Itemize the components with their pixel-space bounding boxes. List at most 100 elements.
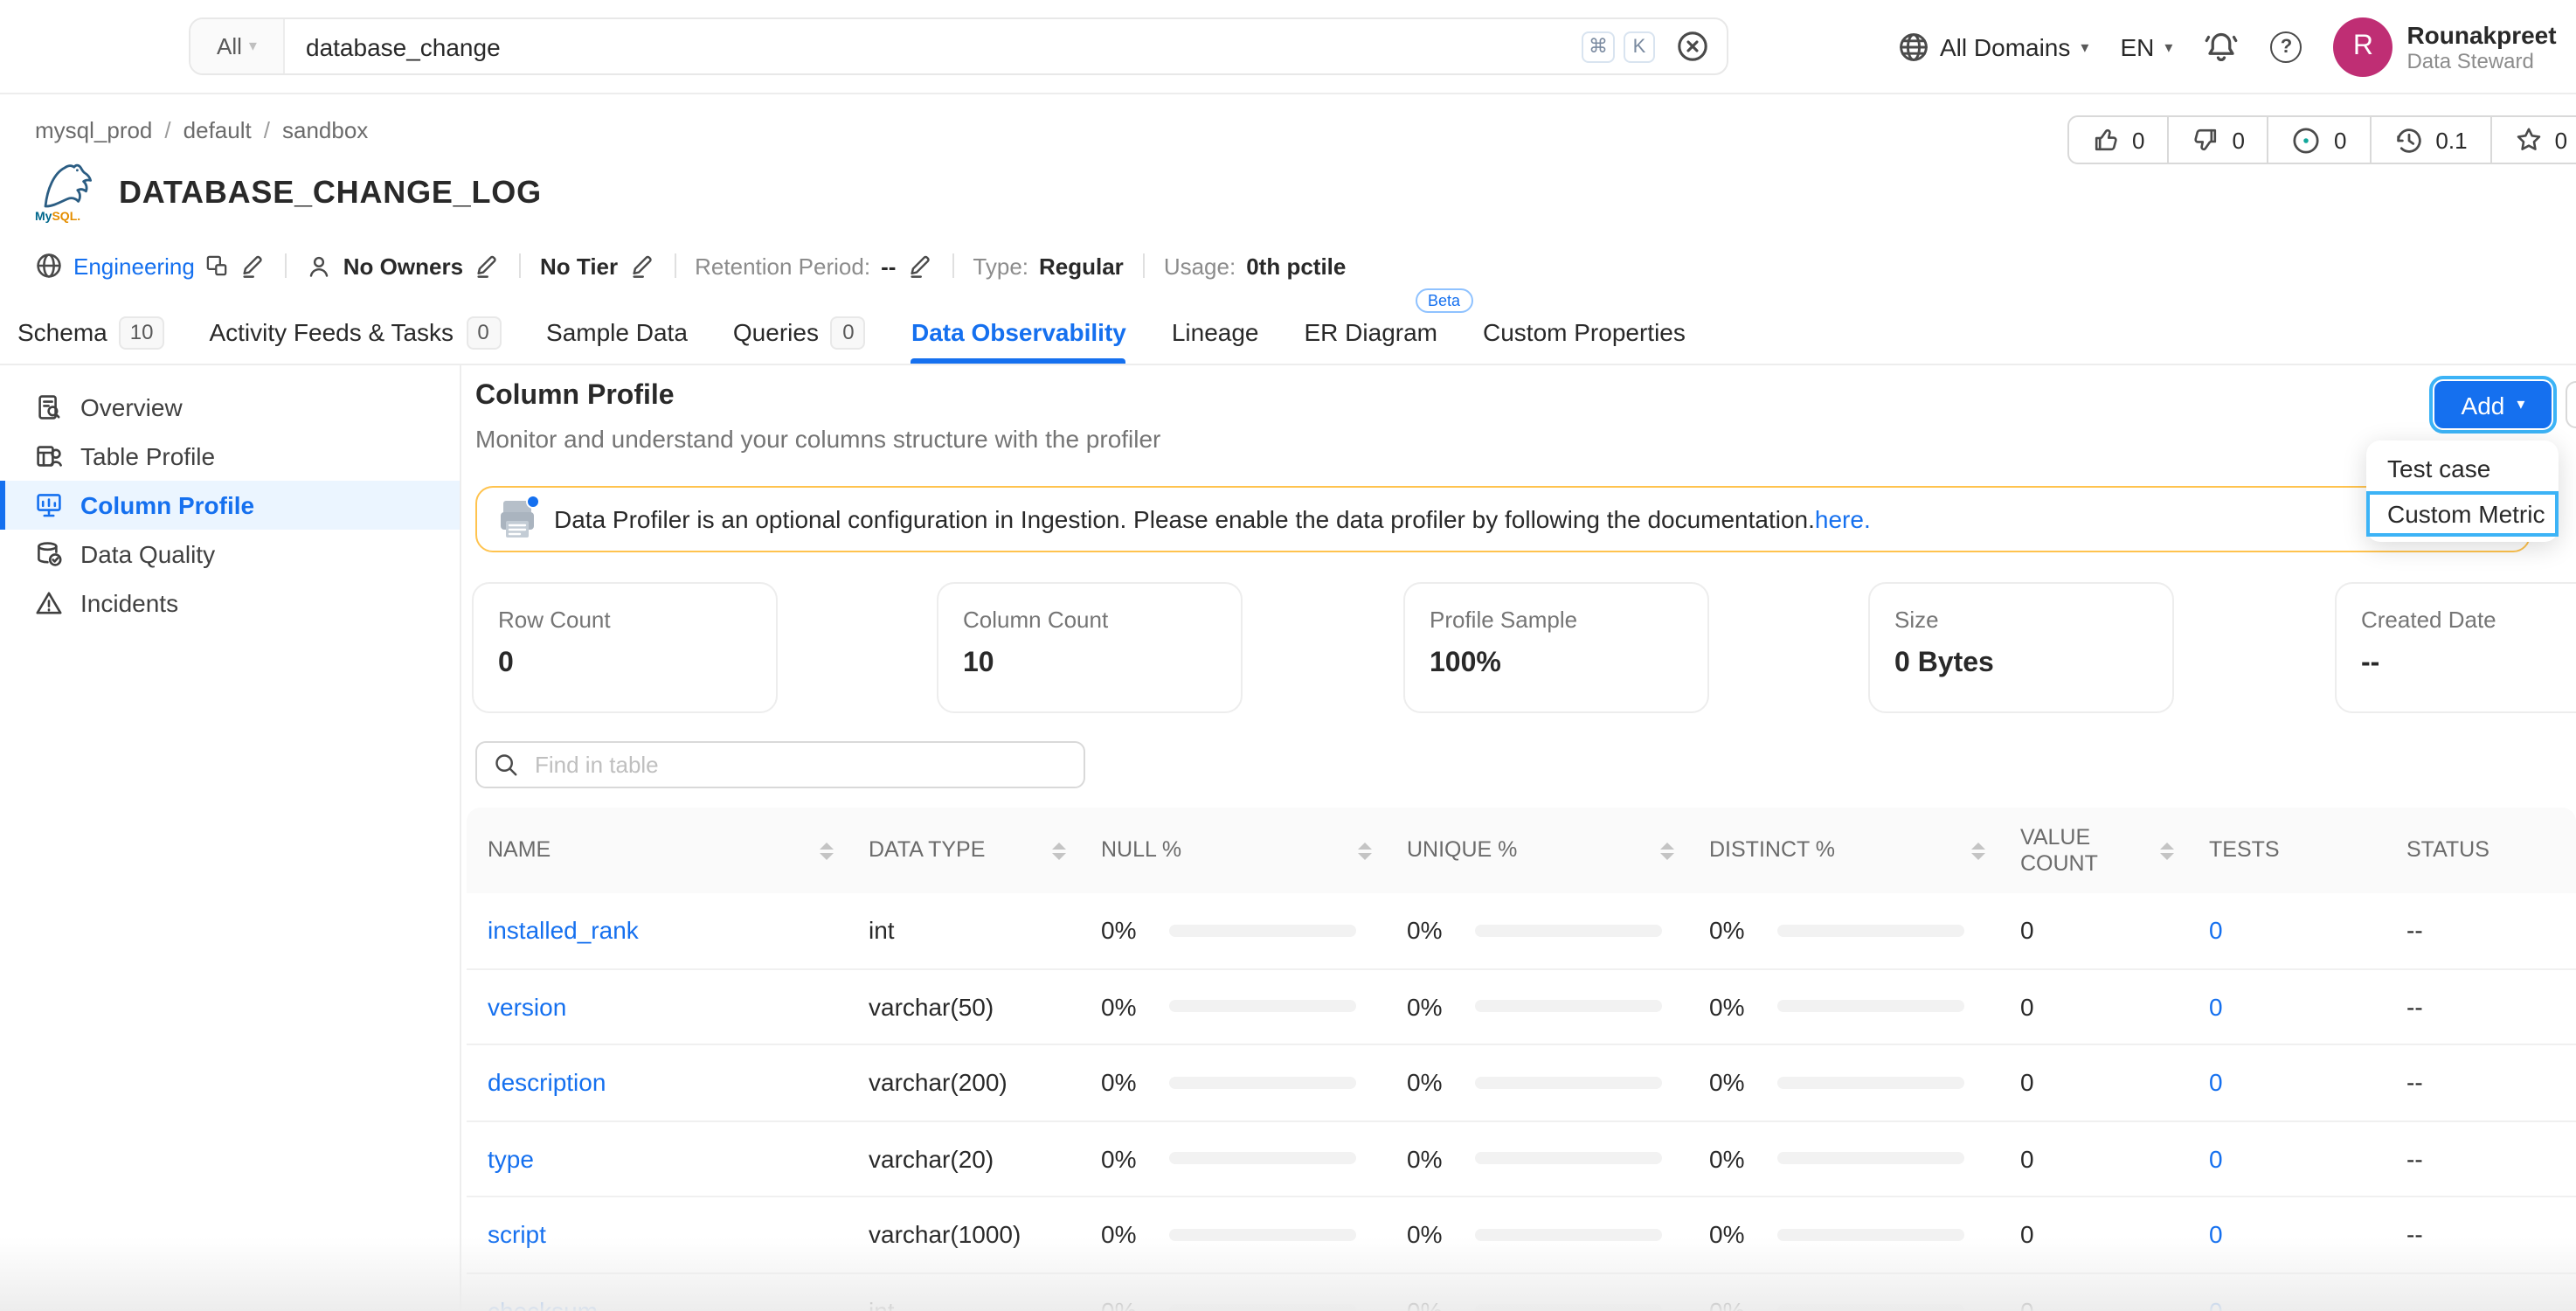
sort-icon[interactable] [1660,842,1674,859]
header-null-pct[interactable]: NULL % [1080,808,1386,893]
tier-meta: No Tier [540,253,654,279]
global-search[interactable]: All ▾ ⌘ K [189,17,1728,75]
tests-link[interactable]: 0 [2209,1221,2223,1249]
chevron-down-icon: ▾ [249,37,257,56]
column-name-link[interactable]: type [488,1145,534,1173]
tab-er-diagram[interactable]: ER Diagram Beta [1305,301,1438,364]
progress-bar [1475,925,1662,937]
edit-owners-icon[interactable] [474,253,500,279]
data-type-cell: varchar(20) [848,1145,1080,1173]
tests-link[interactable]: 0 [2209,917,2223,945]
stat-label: Row Count [498,607,751,633]
domain-meta: Engineering [35,252,267,280]
sidebar-item-label: Incidents [80,589,178,617]
entity-header: mysql_prod / default / sandbox MySQL. DA… [0,94,2576,365]
data-type-cell: varchar(200) [848,1069,1080,1097]
column-name-link[interactable]: installed_rank [488,917,639,945]
breadcrumb-schema[interactable]: sandbox [282,117,368,143]
column-profile-icon [35,491,63,519]
breadcrumb-service[interactable]: mysql_prod [35,117,152,143]
sort-icon[interactable] [1358,842,1372,859]
header-value-count[interactable]: VALUE COUNT [1999,808,2188,893]
find-in-table-input[interactable] [531,750,1068,780]
secondary-button-clipped[interactable] [2566,381,2576,428]
upvote-button[interactable]: 0 [2069,117,2167,163]
status-cell: -- [2386,993,2576,1021]
help-icon[interactable]: ? [2270,31,2302,63]
star-icon [2515,126,2543,154]
profiler-icon [498,498,537,540]
tab-custom-properties[interactable]: Custom Properties [1483,301,1686,364]
tab-queries[interactable]: Queries 0 [733,301,866,364]
clear-search-icon[interactable] [1676,30,1709,63]
breadcrumb-database[interactable]: default [184,117,252,143]
document-search-icon [35,393,63,421]
column-name-link[interactable]: checksum [488,1297,598,1311]
value-count-cell: 0 [1999,1145,2188,1173]
header-data-type[interactable]: DATA TYPE [848,808,1080,893]
user-menu[interactable]: R Rounakpreet Data Steward [2333,17,2556,77]
globe-icon [1898,31,1929,63]
unique-pct-cell: 0% [1386,993,1688,1021]
sort-icon[interactable] [2160,842,2174,859]
header-name[interactable]: NAME [467,808,848,893]
unique-pct-cell: 0% [1386,1145,1688,1173]
stat-value: 0 [498,649,751,680]
globe-icon [35,252,63,280]
sidebar-item-incidents[interactable]: Incidents [0,579,460,628]
domain-link[interactable]: Engineering [73,253,195,279]
add-dropdown-menu: Test case Custom Metric [2366,440,2559,542]
tab-sample-data[interactable]: Sample Data [546,301,688,364]
menu-item-custom-metric[interactable]: Custom Metric [2366,491,2559,537]
tab-schema[interactable]: Schema 10 [17,301,163,364]
version-history-button[interactable]: 0.1 [2369,117,2489,163]
section-title: Column Profile [475,381,675,413]
column-name-link[interactable]: script [488,1221,546,1249]
tab-lineage[interactable]: Lineage [1172,301,1259,364]
sort-icon[interactable] [1052,842,1066,859]
tests-link[interactable]: 0 [2209,993,2223,1021]
column-name-link[interactable]: description [488,1069,606,1097]
search-scope-select[interactable]: All ▾ [190,19,285,73]
notifications-bell-icon[interactable] [2204,30,2239,65]
type-meta: Type: Regular [973,253,1123,279]
tests-link[interactable]: 0 [2209,1297,2223,1311]
tab-count-badge: 0 [466,316,501,349]
downvote-button[interactable]: 0 [2167,117,2267,163]
sort-icon[interactable] [820,842,834,859]
search-input[interactable] [285,32,1582,60]
sidebar-item-data-quality[interactable]: Data Quality [0,530,460,579]
stat-value: -- [2361,649,2576,680]
tasks-button[interactable]: 0 [2268,117,2369,163]
tests-link[interactable]: 0 [2209,1069,2223,1097]
star-button[interactable]: 0 [2490,117,2576,163]
sidebar-item-table-profile[interactable]: Table Profile [0,432,460,481]
table-row: version varchar(50) 0% 0% 0% 0 0 -- [467,969,2576,1045]
sidebar-item-column-profile[interactable]: Column Profile [0,481,460,530]
cmd-key-icon: ⌘ [1582,31,1615,62]
distinct-pct-cell: 0% [1688,1069,1999,1097]
sidebar-item-overview[interactable]: Overview [0,383,460,432]
column-name-link[interactable]: version [488,993,566,1021]
table-row: installed_rank int 0% 0% 0% 0 0 -- [467,893,2576,969]
tab-label: Schema [17,318,107,346]
edit-retention-icon[interactable] [906,253,932,279]
edit-tier-icon[interactable] [628,253,654,279]
domains-selector[interactable]: All Domains ▾ [1898,31,2088,63]
tab-activity-feeds[interactable]: Activity Feeds & Tasks 0 [209,301,501,364]
distinct-pct-cell: 0% [1688,1145,1999,1173]
header-unique-pct[interactable]: UNIQUE % [1386,808,1688,893]
sort-icon[interactable] [1971,842,1985,859]
tests-link[interactable]: 0 [2209,1145,2223,1173]
data-type-cell: int [848,1297,1080,1311]
stat-card-created-date: Created Date -- [2335,582,2576,713]
add-button[interactable]: Add ▾ [2434,381,2552,428]
banner-here-link[interactable]: here. [1815,505,1871,533]
header-distinct-pct[interactable]: DISTINCT % [1688,808,1999,893]
profiler-info-banner: Data Profiler is an optional configurati… [475,486,2531,552]
edit-domain-icon[interactable] [240,253,267,279]
menu-item-test-case[interactable]: Test case [2366,446,2559,491]
language-selector[interactable]: EN ▾ [2120,33,2172,61]
tab-data-observability[interactable]: Data Observability [911,301,1126,364]
find-in-table[interactable] [475,741,1085,788]
